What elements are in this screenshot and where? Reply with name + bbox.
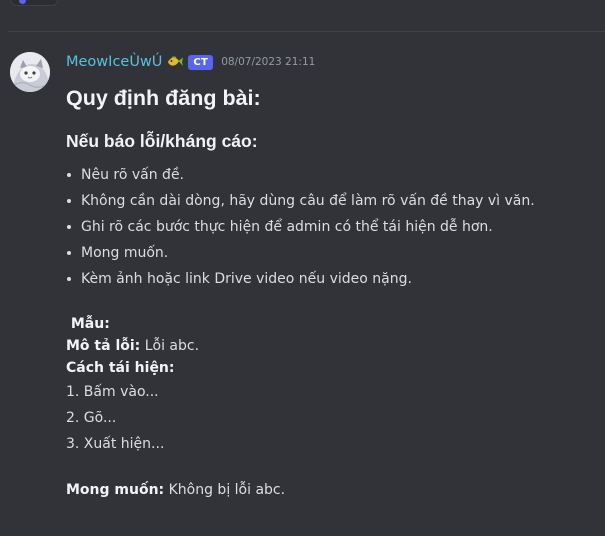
repro-label-line: Cách tái hiện: [66, 357, 596, 379]
rules-list: Nêu rõ vấn đề. Không cần dài dòng, hãy d… [66, 162, 596, 292]
expected-value: Không bị lỗi abc. [164, 482, 286, 498]
cat-avatar-icon [10, 52, 50, 92]
expected-line: Mong muốn: Không bị lỗi abc. [66, 479, 596, 501]
message: MeowIceÙwÚ CT 08/07/2023 21:11 Quy định … [66, 52, 596, 501]
list-item: Mong muốn. [66, 240, 596, 266]
sample-label: Mẫu: [66, 316, 110, 332]
description-line: Mô tả lỗi: Lỗi abc. [66, 335, 596, 357]
list-item: Nêu rõ vấn đề. [66, 162, 596, 188]
reaction-emoji-icon [19, 0, 26, 4]
reaction-button[interactable] [10, 0, 58, 6]
report-subheading: Nếu báo lỗi/kháng cáo: [66, 131, 258, 151]
timestamp[interactable]: 08/07/2023 21:11 [221, 52, 315, 72]
post-rules-heading: Quy định đăng bài: [66, 86, 261, 110]
avatar[interactable] [10, 52, 50, 92]
list-item: 1. Bấm vào... [66, 384, 159, 400]
username[interactable]: MeowIceÙwÚ [66, 52, 162, 72]
role-badge[interactable]: CT [188, 54, 214, 70]
expected-label: Mong muốn: [66, 482, 165, 498]
list-item: Kèm ảnh hoặc link Drive video nếu video … [66, 266, 596, 292]
list-item: 3. Xuất hiện... [66, 436, 165, 452]
repro-label: Cách tái hiện: [66, 360, 175, 376]
list-item: Ghi rõ các bước thực hiện để admin có th… [66, 214, 596, 240]
message-header: MeowIceÙwÚ CT 08/07/2023 21:11 [66, 52, 596, 72]
message-divider [8, 31, 605, 32]
list-item: 2. Gõ... [66, 410, 117, 426]
sample-label-line: Mẫu: [66, 313, 596, 335]
list-item: Không cần dài dòng, hãy dùng câu để làm … [66, 188, 596, 214]
previous-message-reactions [0, 0, 605, 6]
fish-role-icon[interactable] [166, 54, 184, 70]
description-value: Lỗi abc. [140, 338, 200, 354]
description-label: Mô tả lỗi: [66, 338, 141, 354]
